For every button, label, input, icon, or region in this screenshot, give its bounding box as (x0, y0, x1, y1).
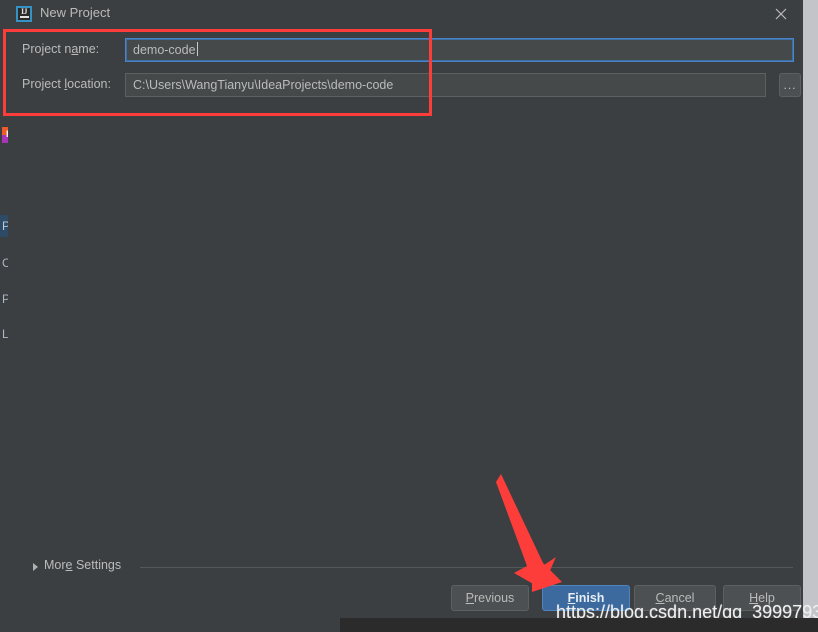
dialog-title: New Project (40, 5, 111, 20)
chevron-right-icon[interactable] (33, 563, 38, 571)
text-caret (196, 42, 198, 56)
help-button[interactable]: Help (723, 585, 801, 611)
dialog-titlebar: IJ New Project (8, 0, 803, 28)
new-project-dialog: IJ New Project Project name: demo-code P… (8, 0, 803, 622)
browse-location-button[interactable]: ... (779, 73, 801, 97)
previous-button[interactable]: Previous (451, 585, 529, 611)
project-form: Project name: demo-code Project location… (8, 28, 803, 108)
dialog-button-bar: Previous Finish Cancel Help (8, 585, 803, 617)
app-icon-text: IJ (20, 7, 28, 16)
project-name-row: Project name: demo-code (8, 38, 803, 64)
finish-button[interactable]: Finish (542, 585, 630, 611)
app-icon-bar (20, 16, 29, 18)
project-name-value: demo-code (133, 43, 196, 57)
project-name-label: Project name: (22, 42, 100, 56)
project-location-row: Project location: C:\Users\WangTianyu\Id… (8, 73, 803, 99)
close-icon (775, 8, 787, 20)
bottom-strip-right (340, 618, 818, 632)
desktop-bottom-strip (0, 618, 818, 632)
project-location-value: C:\Users\WangTianyu\IdeaProjects\demo-co… (133, 78, 394, 92)
intellij-idea-icon: IJ (16, 6, 32, 22)
project-location-label: Project location: (22, 77, 111, 91)
project-location-input[interactable]: C:\Users\WangTianyu\IdeaProjects\demo-co… (125, 73, 766, 97)
more-settings-section: More Settings (8, 558, 803, 578)
more-settings-separator (140, 567, 793, 568)
project-name-input[interactable]: demo-code (125, 38, 794, 62)
bottom-strip-left (0, 618, 340, 632)
ellipsis-icon: ... (783, 78, 797, 92)
more-settings-toggle[interactable]: More Settings (44, 558, 121, 572)
cancel-button[interactable]: Cancel (634, 585, 716, 611)
screen-root: IJ Projects Customize Plugins Learn IJ N… (0, 0, 818, 632)
close-button[interactable] (759, 0, 803, 28)
